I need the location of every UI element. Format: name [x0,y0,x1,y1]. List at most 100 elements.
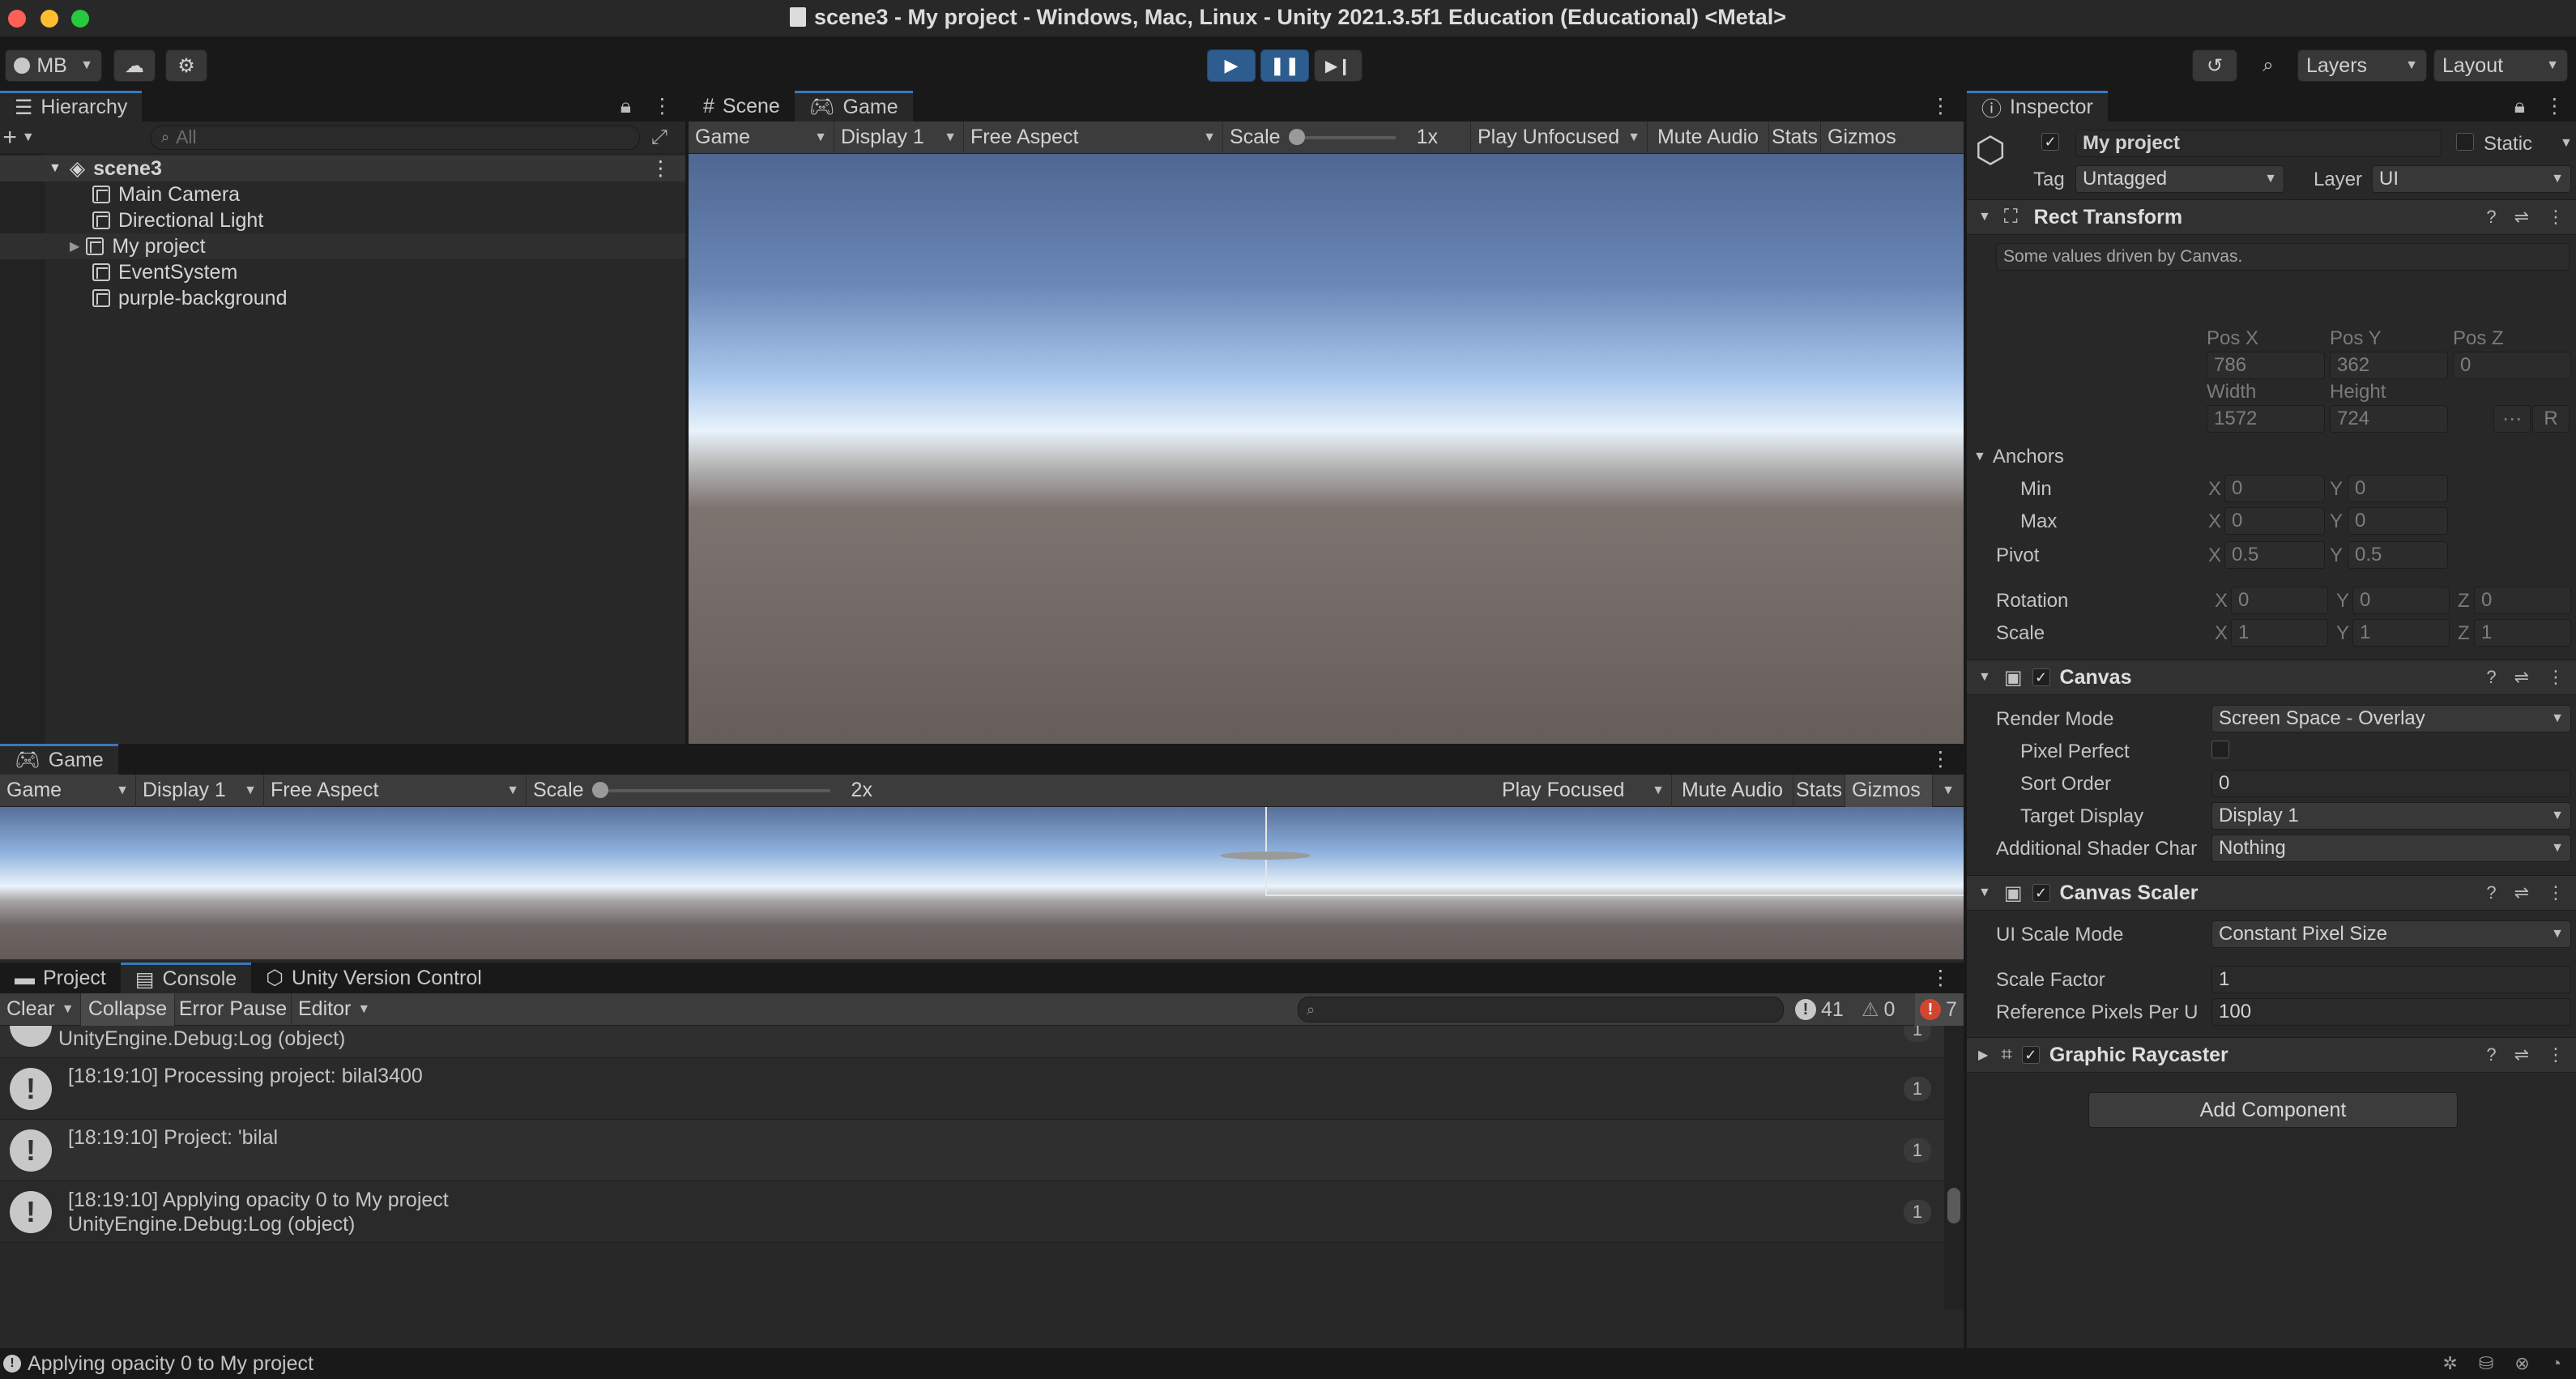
log-entry[interactable]: ! [18:19:10] Applying opacity 0 to My pr… [0,1181,1944,1243]
error-pause-toggle[interactable]: Error Pause [175,993,292,1026]
log-entry[interactable]: ! [18:19:10] Project: 'bilal 1 [0,1120,1944,1181]
target-display-dropdown[interactable]: Display 1 ▼ [2211,802,2571,830]
hierarchy-item[interactable]: purple-background [92,285,287,311]
graphic-raycaster-header[interactable]: ▶ ⌗ ✓ Graphic Raycaster ? ⇌ ⋮ [1967,1037,2576,1073]
scale-y-field[interactable]: 1 [2352,619,2450,647]
scale-x-field[interactable]: 1 [2231,619,2328,647]
stats-toggle[interactable]: Stats [1793,774,1845,807]
progress-icon[interactable]: ◔ [2551,1353,2561,1374]
more-options-icon[interactable]: ⋮ [2547,882,2565,903]
more-options-icon[interactable]: ⋮ [2544,94,2565,118]
warning-filter-toggle[interactable]: ⚠ 0 [1862,993,1895,1026]
canvas-enabled-checkbox[interactable]: ✓ [2032,668,2050,686]
aspect-dropdown[interactable]: Free Aspect ▼ [964,121,1223,154]
width-field[interactable]: 1572 [2207,405,2325,433]
tag-dropdown[interactable]: Untagged ▼ [2075,165,2284,193]
more-options-icon[interactable]: ⋮ [1930,966,1951,990]
scrollbar-thumb[interactable] [1947,1188,1960,1223]
scale-slider[interactable]: Scale 1x [1223,121,1471,154]
game-view-dropdown[interactable]: Game ▼ [0,774,136,807]
preset-icon[interactable]: ⇌ [2514,882,2529,903]
rect-transform-header[interactable]: ▼ ⛶ Rect Transform ? ⇌ ⋮ [1967,199,2576,235]
chevron-down-icon[interactable]: ▼ [2560,136,2573,151]
account-dropdown[interactable]: MB ▼ [5,49,102,82]
tab-inspector[interactable]: ⓘ Inspector [1967,91,2108,122]
canvas-header[interactable]: ▼ ▣ ✓ Canvas ? ⇌ ⋮ [1967,660,2576,695]
height-field[interactable]: 724 [2330,405,2448,433]
editor-dropdown[interactable]: Editor ▼ [292,993,371,1026]
active-checkbox[interactable]: ✓ [2041,133,2059,151]
game-view-dropdown[interactable]: Game ▼ [689,121,834,154]
more-options-icon[interactable]: ⋮ [652,94,672,118]
layout-dropdown[interactable]: Layout ▼ [2433,49,2568,82]
console-search-input[interactable]: ⌕ [1298,997,1784,1023]
console-scrollbar[interactable] [1944,1026,1964,1309]
collab-button[interactable]: ⚙ [165,49,207,82]
raw-edit-button[interactable]: R [2532,405,2570,433]
object-name-field[interactable]: My project [2075,130,2442,157]
more-options-icon[interactable]: ⋮ [2547,207,2565,228]
aspect-dropdown[interactable]: Free Aspect ▼ [264,774,527,807]
more-options-icon[interactable]: ⋮ [1930,94,1951,118]
more-options-icon[interactable]: ⋮ [2547,1044,2565,1065]
game-viewport[interactable] [689,154,1964,744]
hierarchy-item-selected[interactable]: ▶ My project [0,233,685,259]
help-icon[interactable]: ? [2486,1044,2496,1065]
expand-arrow-icon[interactable]: ▶ [70,238,79,254]
display-dropdown[interactable]: Display 1 ▼ [834,121,964,154]
status-text[interactable]: Applying opacity 0 to My project [28,1352,313,1376]
graphic-raycaster-enabled-checkbox[interactable]: ✓ [2021,1046,2040,1064]
canvas-scaler-header[interactable]: ▼ ▣ ✓ Canvas Scaler ? ⇌ ⋮ [1967,875,2576,911]
clear-button[interactable]: Clear ▼ [0,993,81,1026]
display-dropdown[interactable]: Display 1 ▼ [136,774,264,807]
anchor-max-x-field[interactable]: 0 [2224,507,2325,535]
render-mode-dropdown[interactable]: Screen Space - Overlay ▼ [2211,705,2571,732]
more-options-icon[interactable]: ⋮ [2547,667,2565,688]
preset-icon[interactable]: ⇌ [2514,1044,2529,1065]
help-icon[interactable]: ? [2486,882,2496,903]
tab-project[interactable]: ▬ Project [0,963,121,993]
more-options-icon[interactable]: ⋮ [1930,747,1951,771]
tab-game[interactable]: 🎮︎ Game [0,744,118,775]
scale-slider-track[interactable] [591,781,830,798]
hierarchy-item[interactable]: EventSystem [92,259,237,285]
log-entry[interactable]: UnityEngine.Debug:Log (object) 1 [0,1026,1944,1058]
blueprint-mode-button[interactable]: ⋯ [2493,405,2531,433]
pos-z-field[interactable]: 0 [2453,352,2571,379]
rotation-z-field[interactable]: 0 [2474,587,2571,614]
rotation-x-field[interactable]: 0 [2231,587,2328,614]
reference-pixels-field[interactable]: 100 [2211,998,2571,1026]
tab-game[interactable]: 🎮︎ Game [794,91,913,122]
pos-y-field[interactable]: 362 [2330,352,2448,379]
info-filter-toggle[interactable]: ! 41 [1795,993,1844,1026]
lock-icon[interactable]: 🔒︎ [621,95,631,118]
search-button[interactable]: ⌕ [2245,49,2291,82]
tab-version-control[interactable]: ⬡ Unity Version Control [251,963,497,993]
log-entry[interactable]: ! [18:19:10] Processing project: bilal34… [0,1058,1944,1120]
rotation-y-field[interactable]: 0 [2352,587,2450,614]
pivot-y-field[interactable]: 0.5 [2348,541,2448,569]
cloud-button[interactable]: ☁ [113,49,156,82]
pos-x-field[interactable]: 786 [2207,352,2325,379]
help-icon[interactable]: ? [2486,207,2496,228]
shader-channels-dropdown[interactable]: Nothing ▼ [2211,835,2571,862]
scale-factor-field[interactable]: 1 [2211,966,2571,993]
canvas-scaler-enabled-checkbox[interactable]: ✓ [2032,884,2050,902]
anchor-min-y-field[interactable]: 0 [2348,475,2448,502]
play-button[interactable]: ▶ [1207,49,1256,82]
mute-audio-toggle[interactable]: Mute Audio [1648,121,1769,154]
game-viewport[interactable] [0,807,1964,959]
hierarchy-search-input[interactable]: ⌕ All [151,125,640,150]
preset-icon[interactable]: ⇌ [2514,207,2529,228]
gizmos-menu-button[interactable]: ▼ [1933,775,1964,807]
step-button[interactable]: ▶❙ [1314,49,1363,82]
scale-z-field[interactable]: 1 [2474,619,2571,647]
sort-order-field[interactable]: 0 [2211,770,2571,797]
preset-icon[interactable]: ⇌ [2514,667,2529,688]
anchor-min-x-field[interactable]: 0 [2224,475,2325,502]
hierarchy-item[interactable]: Main Camera [92,181,240,207]
tab-hierarchy[interactable]: ☰ Hierarchy [0,91,143,122]
tab-console[interactable]: ▤ Console [120,963,252,993]
stats-toggle[interactable]: Stats [1769,121,1821,154]
gameobject-icon[interactable]: ⬡ [1975,130,2006,171]
